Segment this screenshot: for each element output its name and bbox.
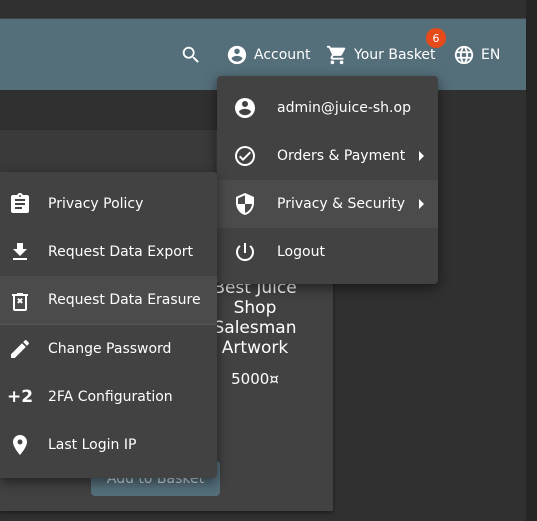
menu-item-label: Request Data Erasure [48, 292, 201, 308]
menu-item-change-password[interactable]: Change Password [0, 325, 217, 373]
menu-item-label: Orders & Payment [277, 148, 406, 164]
pencil-icon [8, 337, 32, 361]
security-shield-icon [233, 192, 257, 216]
menu-item-label: 2FA Configuration [48, 389, 173, 405]
product-name-line: Salesman [213, 318, 297, 338]
menu-item-user-email[interactable]: admin@juice-sh.op [217, 84, 438, 132]
delete-icon [8, 288, 32, 312]
menu-item-label: admin@juice-sh.op [277, 100, 411, 116]
menu-item-logout[interactable]: Logout [217, 228, 438, 276]
menu-item-2fa-configuration[interactable]: +2 2FA Configuration [0, 373, 217, 421]
submenu-arrow-icon [419, 151, 424, 161]
clipboard-icon [8, 192, 32, 216]
menu-item-label: Privacy & Security [277, 196, 405, 212]
card-header [0, 130, 216, 172]
language-button[interactable]: EN [453, 19, 500, 90]
submenu-arrow-icon [419, 199, 424, 209]
privacy-security-submenu: Privacy Policy Request Data Export Reque… [0, 172, 217, 478]
account-circle-icon [227, 45, 247, 64]
product-price: 5000¤ [231, 370, 279, 388]
language-label: EN [481, 46, 501, 63]
basket-label: Your Basket [354, 46, 436, 63]
account-label: Account [254, 46, 311, 63]
menu-item-privacy-security[interactable]: Privacy & Security [217, 180, 438, 228]
menu-item-label: Request Data Export [48, 244, 194, 260]
menu-item-label: Last Login IP [48, 437, 137, 453]
search-icon [182, 46, 199, 63]
product-name-line: Artwork [221, 338, 289, 358]
plus-two-icon: +2 [6, 387, 34, 407]
top-strip [0, 0, 526, 18]
menu-item-orders-payment[interactable]: Orders & Payment [217, 132, 438, 180]
globe-icon [454, 45, 474, 64]
search-button[interactable] [180, 19, 202, 90]
location-pin-icon [8, 433, 32, 457]
menu-item-label: Logout [277, 244, 325, 260]
cart-icon [326, 45, 346, 64]
page-scrollbar[interactable] [526, 0, 537, 521]
account-circle-icon [233, 96, 257, 120]
power-icon [233, 240, 257, 264]
menu-item-request-data-erasure[interactable]: Request Data Erasure [0, 276, 217, 324]
check-circle-icon [233, 144, 257, 168]
product-name-line: Shop [233, 298, 277, 318]
download-icon [8, 240, 32, 264]
basket-count-badge: 6 [426, 28, 446, 48]
menu-item-last-login-ip[interactable]: Last Login IP [0, 421, 217, 469]
menu-item-request-data-export[interactable]: Request Data Export [0, 228, 217, 276]
account-menu: admin@juice-sh.op Orders & Payment Priva… [217, 76, 438, 284]
menu-item-label: Change Password [48, 341, 172, 357]
menu-item-privacy-policy[interactable]: Privacy Policy [0, 180, 217, 228]
product-name: Best Juice Shop Salesman Artwork [205, 278, 305, 358]
menu-item-label: Privacy Policy [48, 196, 144, 212]
